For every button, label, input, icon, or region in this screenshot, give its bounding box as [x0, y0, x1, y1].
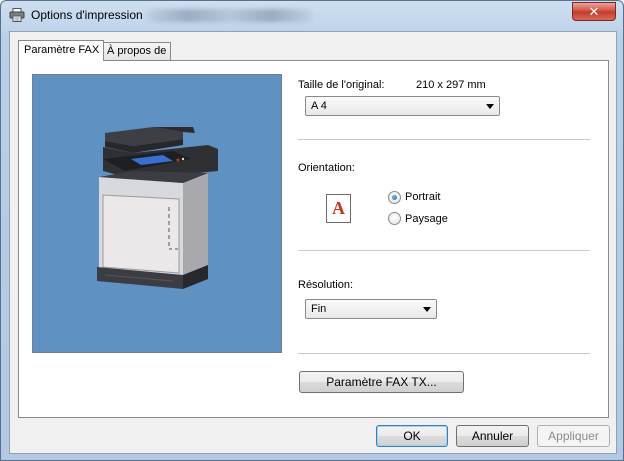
close-icon: ✕ — [588, 4, 600, 19]
close-button[interactable]: ✕ — [572, 2, 616, 21]
tab-label: À propos de — [107, 45, 167, 57]
multifunction-printer-illustration — [97, 127, 218, 289]
divider — [298, 139, 590, 140]
landscape-radio[interactable] — [388, 212, 401, 225]
portrait-orientation-icon: A — [326, 194, 351, 223]
landscape-label[interactable]: Paysage — [405, 213, 448, 225]
fax-settings-panel: Taille de l'original: 210 x 297 mm A 4 O… — [18, 60, 609, 418]
window-title: Options d'impression — [31, 8, 143, 22]
fax-tx-settings-button[interactable]: Paramètre FAX TX... — [299, 371, 464, 393]
chevron-down-icon — [486, 104, 494, 109]
cancel-button[interactable]: Annuler — [456, 425, 529, 447]
tab-about[interactable]: À propos de — [102, 42, 172, 60]
orientation-label: Orientation: — [298, 162, 355, 174]
portrait-label[interactable]: Portrait — [405, 191, 440, 203]
ok-button[interactable]: OK — [376, 425, 448, 447]
original-size-dimensions: 210 x 297 mm — [416, 79, 486, 91]
title-bar[interactable]: Options d'impression ✕ — [1, 1, 623, 29]
printer-preview — [32, 74, 282, 353]
divider — [298, 250, 590, 251]
redacted-printer-name — [147, 9, 313, 22]
printer-icon — [9, 8, 25, 22]
original-size-label: Taille de l'original: — [298, 79, 385, 91]
original-size-value: A 4 — [311, 100, 327, 112]
portrait-radio[interactable] — [388, 191, 401, 204]
resolution-select[interactable]: Fin — [305, 299, 437, 319]
dialog-client-area: Paramètre FAX À propos de Taille de l'or… — [9, 31, 617, 454]
original-size-select[interactable]: A 4 — [305, 96, 500, 116]
divider — [298, 353, 590, 354]
resolution-label: Résolution: — [298, 279, 354, 291]
tab-label: Paramètre FAX — [24, 44, 100, 56]
chevron-down-icon — [423, 307, 431, 312]
print-options-window: Options d'impression ✕ Paramètre FAX À p… — [0, 0, 624, 461]
resolution-value: Fin — [311, 303, 327, 315]
tab-fax-settings[interactable]: Paramètre FAX — [18, 40, 105, 61]
apply-button[interactable]: Appliquer — [537, 425, 610, 447]
